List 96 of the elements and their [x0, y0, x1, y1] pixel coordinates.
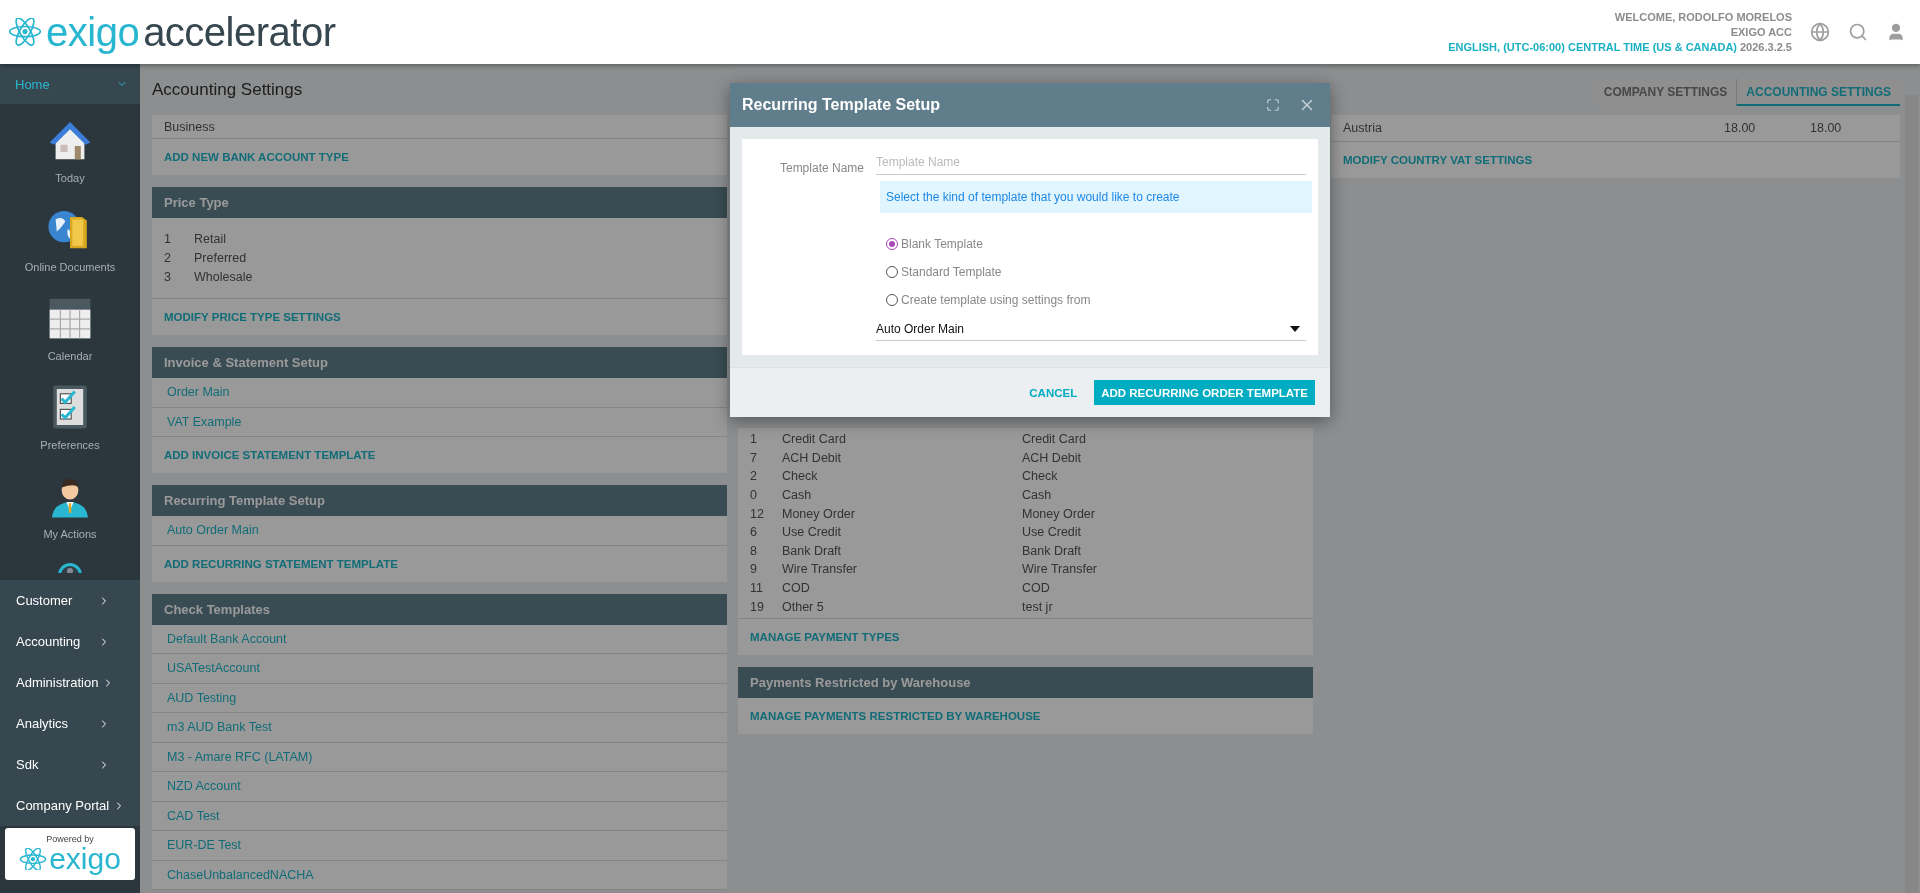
account-name: EXIGO ACC — [1730, 26, 1792, 38]
template-select[interactable]: Auto Order Main — [876, 317, 1306, 341]
table-cell-text: ACH Debit — [1022, 450, 1083, 465]
page-title: Accounting Settings — [152, 79, 303, 100]
table-cell-text: Bank Draft — [782, 543, 843, 558]
list-link[interactable]: Auto Order Main — [167, 523, 259, 538]
table-cell-text: Credit Card — [1022, 432, 1087, 447]
list-link[interactable]: USATestAccount — [167, 661, 260, 676]
table-cell-text: 0 — [750, 488, 758, 503]
logo-brand: exigo — [46, 12, 140, 52]
list-link[interactable]: EUR-DE Test — [167, 838, 242, 853]
table-cell-text: 18.00 — [1810, 121, 1843, 135]
table-cell-text: 6 — [750, 525, 758, 540]
action-link[interactable]: MANAGE PAYMENT TYPES — [750, 630, 900, 643]
panel-header: Invoice & Statement Setup — [152, 347, 727, 378]
table-cell-text: Check — [782, 469, 819, 484]
table-cell-text: Retail — [194, 231, 227, 246]
settings-tab[interactable]: ACCOUNTING SETTINGS — [1736, 79, 1900, 106]
table-cell-text: 12 — [750, 506, 765, 521]
option-label: Create template using settings from — [901, 293, 1091, 307]
nav-item[interactable]: Company Portal — [0, 785, 140, 826]
info-message: Select the kind of template that you would like to create — [880, 181, 1312, 213]
action-link[interactable]: ADD INVOICE STATEMENT TEMPLATE — [164, 449, 376, 461]
list-link[interactable]: CAD Test — [167, 808, 220, 823]
add-template-button[interactable]: ADD RECURRING ORDER TEMPLATE — [1094, 380, 1315, 405]
app-shortcut[interactable]: Today — [55, 172, 85, 184]
table-cell-text: Other 5 — [782, 599, 825, 614]
table-cell-text: Use Credit — [782, 525, 843, 540]
table-cell-text: Cash — [782, 488, 813, 503]
action-link[interactable]: ADD RECURRING STATEMENT TEMPLATE — [164, 557, 398, 570]
nav-item[interactable]: Analytics — [0, 703, 140, 744]
welcome-text: WELCOME, RODOLFO MORELOS — [1614, 11, 1792, 23]
table-cell-text: 19 — [750, 599, 765, 614]
list-link[interactable]: Order Main — [167, 385, 230, 400]
list-link[interactable]: NZD Account — [167, 779, 241, 794]
app-shortcut[interactable]: Online Documents — [24, 261, 116, 273]
table-cell-text: Business — [164, 119, 216, 134]
powered-by-caption: Powered by — [46, 834, 94, 844]
table-cell-text: Wire Transfer — [1022, 562, 1098, 577]
logo-product: accelerator — [143, 12, 336, 52]
table-cell-text: Preferred — [194, 250, 248, 265]
table-cell-text: Use Credit — [1022, 525, 1083, 540]
table-cell-text: 11 — [750, 581, 764, 596]
table-cell-text: Bank Draft — [1022, 543, 1083, 558]
table-cell-text: Money Order — [782, 506, 856, 521]
table-cell-text: 3 — [164, 269, 172, 284]
table-cell-text: 18.00 — [1724, 121, 1757, 135]
option-label: Blank Template — [901, 237, 983, 251]
action-link[interactable]: MANAGE PAYMENTS RESTRICTED BY WAREHOUSE — [750, 709, 1041, 722]
list-link[interactable]: VAT Example — [167, 414, 242, 429]
nav-item[interactable]: Customer — [0, 580, 140, 621]
table-cell-text: 2 — [750, 469, 758, 484]
panel-header: Payments Restricted by Warehouse — [738, 666, 1313, 698]
brand-text: exigo — [49, 844, 121, 874]
table-cell-text: Cash — [1022, 488, 1053, 503]
option-label: Standard Template — [901, 265, 1002, 279]
app-shortcut[interactable]: My Actions — [43, 528, 97, 540]
list-link[interactable]: M3 - Amare RFC (LATAM) — [167, 749, 313, 764]
action-link[interactable]: ADD NEW BANK ACCOUNT TYPE — [164, 151, 349, 163]
table-cell-text: Austria — [1343, 121, 1383, 135]
table-cell-text: Credit Card — [782, 432, 847, 447]
action-link[interactable]: MODIFY COUNTRY VAT SETTINGS — [1343, 154, 1533, 166]
table-cell-text: Check — [1022, 469, 1059, 484]
table-cell-text: 1 — [164, 231, 172, 246]
panel-header: Price Type — [152, 187, 727, 218]
table-cell-text: 9 — [750, 562, 758, 577]
version-text: 2026.3.2.5 — [1740, 41, 1792, 53]
app-shortcut[interactable]: Preferences — [40, 439, 100, 451]
home-menu-item[interactable]: Home — [0, 64, 140, 104]
list-link[interactable]: Default Bank Account — [167, 631, 287, 646]
table-cell-text: ACH Debit — [782, 450, 843, 465]
app-shortcut[interactable]: Calendar — [47, 350, 93, 362]
nav-item[interactable]: Sdk — [0, 744, 140, 785]
field-label: Template Name — [779, 160, 864, 175]
table-cell-text: test jr — [1022, 599, 1054, 614]
list-link[interactable]: AUD Testing — [167, 690, 237, 705]
dialog-title: Recurring Template Setup — [742, 96, 940, 114]
list-link[interactable]: m3 AUD Bank Test — [167, 720, 272, 735]
panel-header: Recurring Template Setup — [152, 485, 727, 516]
settings-tab[interactable]: COMPANY SETTINGS — [1594, 79, 1737, 106]
panel-header: Check Templates — [152, 593, 727, 625]
list-link[interactable]: ChaseUnbalancedNACHA — [167, 867, 314, 882]
table-cell-text: COD — [782, 581, 811, 596]
table-cell-text: 1 — [750, 432, 758, 447]
table-cell-text: Money Order — [1022, 506, 1096, 521]
table-cell-text: COD — [1022, 581, 1051, 596]
table-cell-text: 8 — [750, 543, 758, 558]
nav-item[interactable]: Administration — [0, 662, 140, 703]
locale-text: ENGLISH, (UTC-06:00) CENTRAL TIME (US & CANADA) — [1448, 41, 1737, 53]
table-cell-text: Wholesale — [194, 269, 254, 284]
nav-item[interactable]: Accounting — [0, 621, 140, 662]
cancel-button[interactable]: CANCEL — [1022, 380, 1085, 405]
table-cell-text: 2 — [164, 250, 172, 265]
table-cell-text: Wire Transfer — [782, 562, 858, 577]
table-cell-text: 7 — [750, 450, 758, 465]
action-link[interactable]: MODIFY PRICE TYPE SETTINGS — [164, 311, 341, 323]
